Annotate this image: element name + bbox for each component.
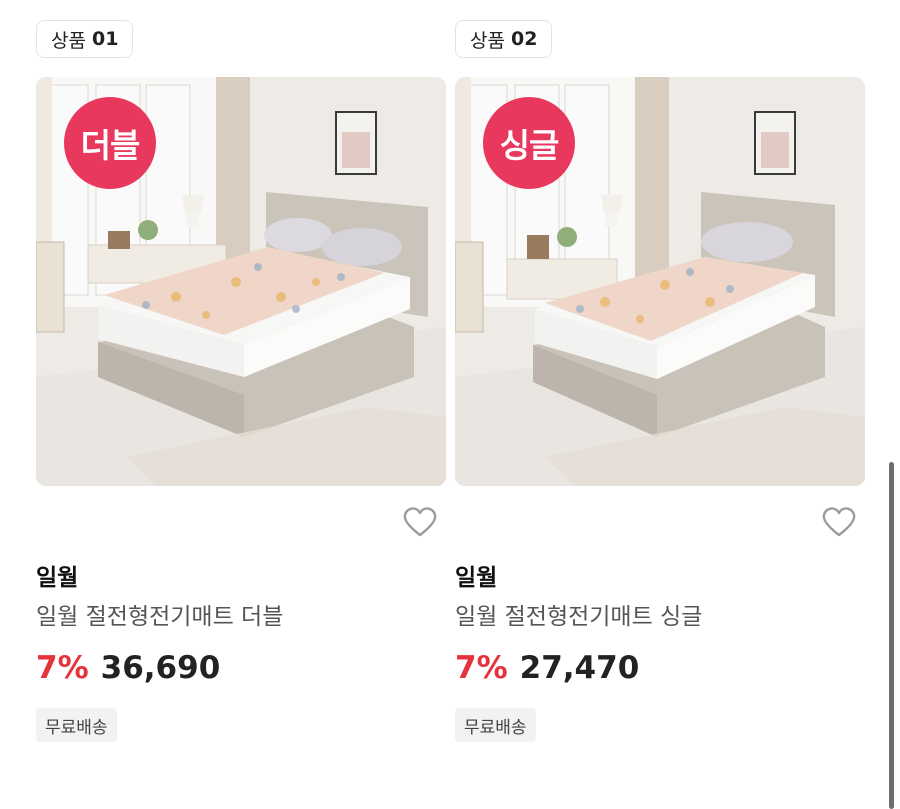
price-row: 7% 27,470 — [455, 650, 639, 686]
size-badge: 더블 — [64, 97, 156, 189]
free-shipping-badge: 무료배송 — [36, 708, 117, 742]
brand-name[interactable]: 일월 — [455, 558, 497, 592]
wishlist-button[interactable] — [821, 505, 857, 539]
heart-outline-icon — [403, 507, 437, 537]
heart-outline-icon — [822, 507, 856, 537]
vertical-scrollbar[interactable] — [889, 462, 894, 809]
size-badge: 싱글 — [483, 97, 575, 189]
product-card[interactable]: 상품 01 더블 일월 일월 절전형전기매트 더블 7% 36,690 무료배송 — [36, 0, 446, 809]
product-tag-label: 상품 — [51, 29, 86, 52]
price-row: 7% 36,690 — [36, 650, 220, 686]
wishlist-button[interactable] — [402, 505, 438, 539]
product-title[interactable]: 일월 절전형전기매트 싱글 — [455, 597, 702, 631]
discount-rate: 7% — [36, 650, 89, 686]
sale-price: 27,470 — [519, 650, 640, 686]
brand-name[interactable]: 일월 — [36, 558, 78, 592]
product-image[interactable]: 싱글 — [455, 77, 865, 486]
product-number-tag: 상품 02 — [455, 20, 553, 58]
product-number-tag: 상품 01 — [36, 20, 134, 58]
product-tag-number: 02 — [510, 28, 538, 50]
sale-price: 36,690 — [100, 650, 221, 686]
product-title[interactable]: 일월 절전형전기매트 더블 — [36, 597, 283, 631]
product-tag-label: 상품 — [470, 29, 505, 52]
discount-rate: 7% — [455, 650, 508, 686]
free-shipping-badge: 무료배송 — [455, 708, 536, 742]
product-card[interactable]: 상품 02 싱글 일월 일월 절전형전기매트 싱글 7% 27,470 무료배송 — [455, 0, 865, 809]
product-image[interactable]: 더블 — [36, 77, 446, 486]
product-tag-number: 01 — [91, 28, 119, 50]
